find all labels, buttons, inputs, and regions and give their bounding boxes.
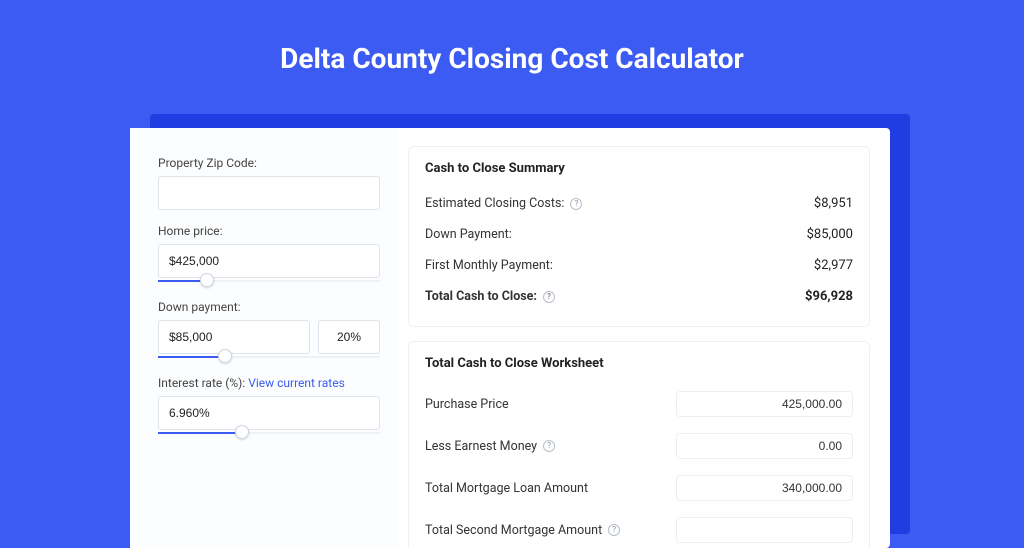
- worksheet-row: Purchase Price: [425, 383, 853, 425]
- page-title: Delta County Closing Cost Calculator: [0, 0, 1024, 93]
- interest-label: Interest rate (%):: [158, 376, 245, 390]
- summary-row: Estimated Closing Costs:? $8,951: [425, 188, 853, 219]
- worksheet-row: Less Earnest Money?: [425, 425, 853, 467]
- inputs-pane: Property Zip Code: Home price: Down paym…: [130, 128, 398, 548]
- down-payment-slider[interactable]: [158, 352, 380, 362]
- summary-row-value: $2,977: [814, 258, 853, 273]
- help-icon[interactable]: ?: [543, 440, 555, 452]
- view-rates-link[interactable]: View current rates: [248, 376, 345, 390]
- help-icon[interactable]: ?: [608, 524, 620, 536]
- slider-thumb[interactable]: [235, 425, 249, 439]
- summary-row-label: Down Payment:: [425, 227, 512, 242]
- summary-heading: Cash to Close Summary: [425, 161, 853, 176]
- interest-label-row: Interest rate (%): View current rates: [158, 376, 380, 390]
- worksheet-row: Total Mortgage Loan Amount: [425, 467, 853, 509]
- slider-thumb[interactable]: [218, 349, 232, 363]
- down-payment-pct-input[interactable]: [318, 320, 380, 354]
- results-pane: Cash to Close Summary Estimated Closing …: [398, 128, 890, 548]
- worksheet-panel: Total Cash to Close Worksheet Purchase P…: [408, 341, 870, 548]
- help-icon[interactable]: ?: [570, 198, 582, 210]
- summary-total-value: $96,928: [805, 289, 853, 304]
- home-price-label: Home price:: [158, 224, 380, 238]
- worksheet-row-label: Total Second Mortgage Amount: [425, 523, 602, 538]
- interest-input[interactable]: [158, 396, 380, 430]
- zip-label: Property Zip Code:: [158, 156, 380, 170]
- worksheet-heading: Total Cash to Close Worksheet: [425, 356, 853, 371]
- worksheet-rows: Purchase Price Less Earnest Money? Total M…: [425, 383, 853, 548]
- worksheet-row-value[interactable]: [676, 475, 853, 501]
- slider-fill: [158, 356, 225, 358]
- worksheet-row: Total Second Mortgage Amount?: [425, 509, 853, 548]
- summary-total-label: Total Cash to Close:: [425, 289, 537, 304]
- summary-rows: Estimated Closing Costs:? $8,951 Down Paym…: [425, 188, 853, 281]
- slider-thumb[interactable]: [200, 273, 214, 287]
- help-icon[interactable]: ?: [543, 291, 555, 303]
- down-payment-label: Down payment:: [158, 300, 380, 314]
- field-home-price: Home price:: [158, 224, 380, 286]
- summary-row-value: $85,000: [807, 227, 853, 242]
- home-price-slider[interactable]: [158, 276, 380, 286]
- summary-row-label: First Monthly Payment:: [425, 258, 553, 273]
- summary-row-value: $8,951: [814, 196, 853, 211]
- worksheet-row-value[interactable]: [676, 433, 853, 459]
- summary-row-label: Estimated Closing Costs:: [425, 196, 564, 211]
- field-interest: Interest rate (%): View current rates: [158, 376, 380, 438]
- summary-row: First Monthly Payment: $2,977: [425, 250, 853, 281]
- field-zip: Property Zip Code:: [158, 156, 380, 210]
- worksheet-row-label: Total Mortgage Loan Amount: [425, 481, 588, 496]
- summary-total-row: Total Cash to Close: ? $96,928: [425, 281, 853, 312]
- slider-fill: [158, 432, 242, 434]
- summary-row: Down Payment: $85,000: [425, 219, 853, 250]
- zip-input[interactable]: [158, 176, 380, 210]
- worksheet-row-value[interactable]: [676, 517, 853, 543]
- worksheet-row-label: Less Earnest Money: [425, 439, 537, 454]
- field-down-payment: Down payment:: [158, 300, 380, 362]
- interest-slider[interactable]: [158, 428, 380, 438]
- home-price-input[interactable]: [158, 244, 380, 278]
- down-payment-input[interactable]: [158, 320, 310, 354]
- summary-panel: Cash to Close Summary Estimated Closing …: [408, 146, 870, 327]
- worksheet-row-label: Purchase Price: [425, 397, 509, 412]
- calculator-card: Property Zip Code: Home price: Down paym…: [130, 128, 890, 548]
- worksheet-row-value[interactable]: [676, 391, 853, 417]
